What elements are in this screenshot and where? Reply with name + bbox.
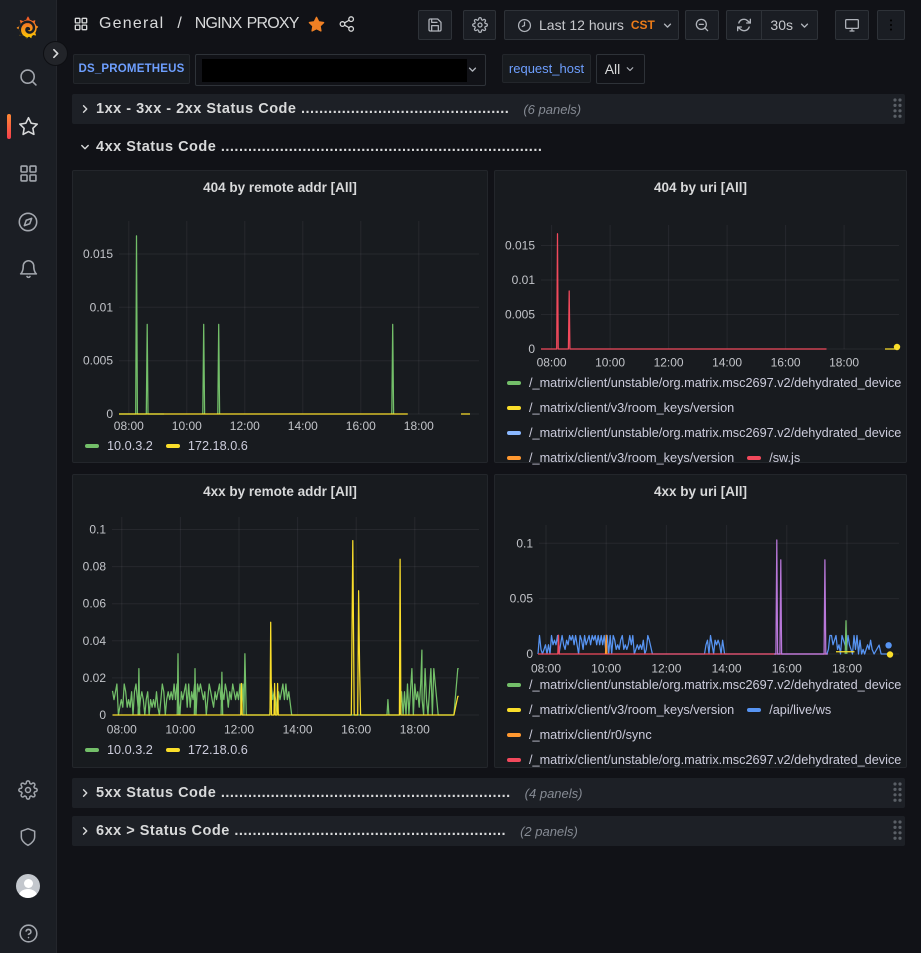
svg-text:12:00: 12:00 [654, 356, 684, 370]
svg-text:18:00: 18:00 [404, 419, 434, 433]
svg-text:12:00: 12:00 [230, 419, 260, 433]
svg-text:12:00: 12:00 [224, 723, 254, 737]
svg-text:0.01: 0.01 [512, 273, 536, 287]
svg-text:0.005: 0.005 [83, 354, 113, 368]
svg-text:16:00: 16:00 [346, 419, 376, 433]
svg-text:14:00: 14:00 [288, 419, 318, 433]
svg-text:0.08: 0.08 [83, 560, 107, 574]
svg-text:18:00: 18:00 [400, 723, 430, 737]
svg-text:16:00: 16:00 [771, 356, 801, 370]
svg-text:0.06: 0.06 [83, 597, 107, 611]
svg-text:08:00: 08:00 [537, 356, 567, 370]
svg-text:14:00: 14:00 [712, 356, 742, 370]
svg-text:0.01: 0.01 [90, 300, 114, 314]
svg-text:0.015: 0.015 [83, 247, 113, 261]
svg-text:10:00: 10:00 [595, 356, 625, 370]
svg-text:10:00: 10:00 [172, 419, 202, 433]
svg-text:0: 0 [99, 708, 106, 722]
svg-text:0.015: 0.015 [505, 239, 535, 253]
svg-text:0: 0 [526, 647, 533, 661]
svg-text:0.005: 0.005 [505, 308, 535, 322]
svg-text:18:00: 18:00 [829, 356, 859, 370]
svg-text:0: 0 [106, 407, 113, 421]
svg-text:0.02: 0.02 [83, 671, 107, 685]
svg-text:16:00: 16:00 [341, 723, 371, 737]
svg-text:14:00: 14:00 [283, 723, 313, 737]
svg-text:08:00: 08:00 [107, 723, 137, 737]
svg-text:0: 0 [528, 342, 535, 356]
svg-text:08:00: 08:00 [114, 419, 144, 433]
svg-text:0.1: 0.1 [516, 536, 533, 550]
svg-text:0.1: 0.1 [89, 523, 106, 537]
svg-text:0.05: 0.05 [510, 592, 534, 606]
svg-text:10:00: 10:00 [165, 723, 195, 737]
svg-text:0.04: 0.04 [83, 634, 107, 648]
